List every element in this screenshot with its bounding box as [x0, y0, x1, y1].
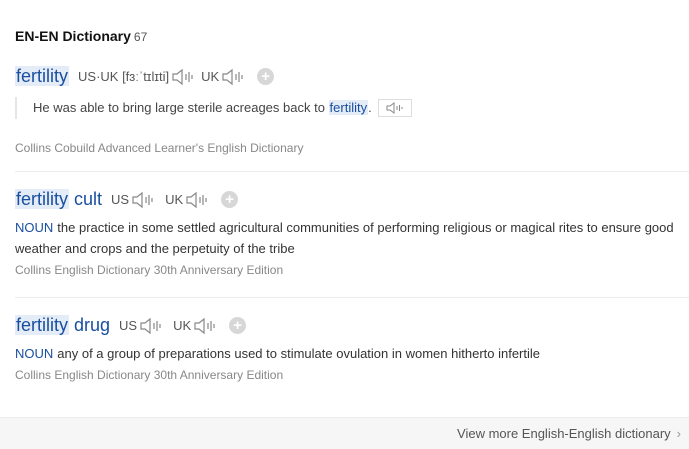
part-of-speech: NOUN: [15, 346, 54, 361]
speaker-icon[interactable]: [185, 191, 211, 209]
headword[interactable]: fertility: [15, 66, 70, 87]
entry-source: Collins English Dictionary 30th Annivers…: [15, 368, 284, 382]
speaker-icon[interactable]: [221, 68, 247, 86]
add-icon[interactable]: +: [221, 191, 239, 208]
entry-fertility: fertility US·UK [fɜːˈtɪlɪti] UK +: [15, 66, 689, 87]
pronunciation-us-uk: US·UK [fɜːˈtɪlɪti] UK: [78, 68, 251, 86]
footer: View more English-English dictionary ›: [0, 417, 689, 449]
entry-count: 67: [133, 30, 148, 44]
divider: [15, 171, 689, 172]
speaker-icon[interactable]: [193, 317, 219, 335]
part-of-speech: NOUN: [15, 220, 54, 235]
add-icon[interactable]: +: [257, 68, 275, 85]
headword[interactable]: fertility drug: [15, 315, 110, 336]
pronunciation: US UK: [111, 191, 215, 209]
chevron-right-icon: ›: [676, 426, 681, 441]
add-icon[interactable]: +: [229, 317, 247, 334]
view-more-link[interactable]: View more English-English dictionary ›: [457, 426, 681, 441]
entry-source: Collins English Dictionary 30th Annivers…: [15, 263, 284, 277]
speaker-icon[interactable]: [139, 317, 165, 335]
speaker-icon[interactable]: [131, 191, 157, 209]
example-highlight: fertility: [328, 100, 369, 115]
speaker-icon[interactable]: [171, 68, 197, 86]
example-sentence: He was able to bring large sterile acrea…: [15, 97, 413, 119]
divider: [15, 297, 689, 298]
definition: NOUN the practice in some settled agricul…: [15, 220, 674, 256]
dictionary-title: EN-EN Dictionary: [15, 28, 131, 44]
definition: NOUN any of a group of preparations used …: [15, 346, 541, 361]
entry-fertility-drug: fertility drug US UK + NOUN any of a grou…: [15, 315, 689, 382]
example-speaker-icon[interactable]: [378, 98, 413, 117]
entry-fertility-cult: fertility cult US UK + NOUN the practice …: [15, 189, 689, 277]
pronunciation: US UK: [119, 317, 223, 335]
headword[interactable]: fertility cult: [15, 189, 102, 210]
dictionary-header: EN-EN Dictionary 67: [15, 28, 147, 44]
entry-source: Collins Cobuild Advanced Learner's Engli…: [15, 141, 304, 155]
